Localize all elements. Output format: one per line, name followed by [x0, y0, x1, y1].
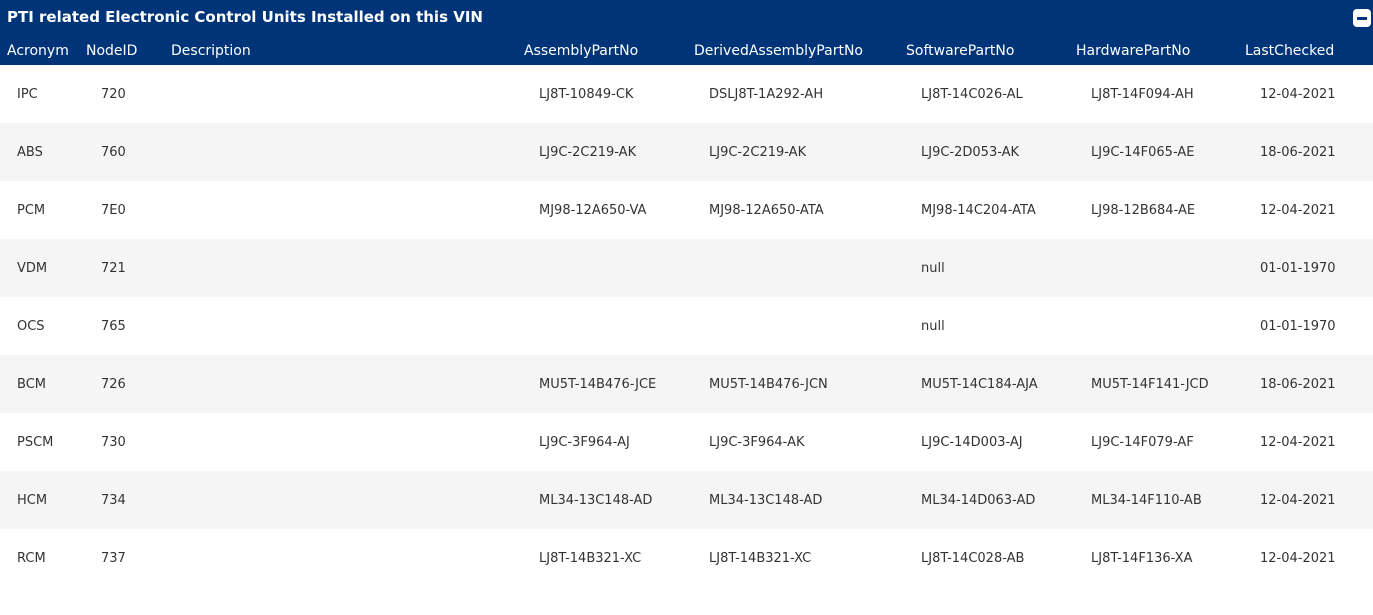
cell-last-checked: 18-06-2021	[1260, 145, 1336, 160]
cell-software-part-no: LJ9C-14D003-AJ	[921, 435, 1023, 450]
table-row[interactable]: PSCM 730 LJ9C-3F964-AJ LJ9C-3F964-AK LJ9…	[0, 413, 1373, 471]
cell-software-part-no: LJ9C-2D053-AK	[921, 145, 1020, 160]
cell-hardware-part-no: LJ8T-14F094-AH	[1091, 87, 1194, 102]
table-row[interactable]: IPC 720 LJ8T-10849-CK DSLJ8T-1A292-AH LJ…	[0, 65, 1373, 123]
column-header-hardware-part-no[interactable]: HardwarePartNo	[1076, 42, 1190, 60]
cell-last-checked: 12-04-2021	[1260, 87, 1336, 102]
cell-acronym: VDM	[17, 261, 48, 276]
column-header-description[interactable]: Description	[171, 42, 251, 60]
cell-software-part-no: LJ8T-14C026-AL	[921, 87, 1023, 102]
cell-acronym: ABS	[17, 145, 43, 160]
cell-last-checked: 12-04-2021	[1260, 551, 1336, 566]
cell-hardware-part-no: LJ9C-14F065-AE	[1091, 145, 1195, 160]
table-row[interactable]: HCM 734 ML34-13C148-AD ML34-13C148-AD ML…	[0, 471, 1373, 529]
cell-nodeid: 765	[101, 319, 126, 334]
cell-last-checked: 12-04-2021	[1260, 493, 1336, 508]
cell-derived-assembly-part-no: DSLJ8T-1A292-AH	[709, 87, 824, 102]
cell-software-part-no: LJ8T-14C028-AB	[921, 551, 1025, 566]
cell-nodeid: 734	[101, 493, 126, 508]
panel-title: PTI related Electronic Control Units Ins…	[7, 8, 483, 26]
cell-assembly-part-no: ML34-13C148-AD	[539, 493, 653, 508]
table-row[interactable]: RCM 737 LJ8T-14B321-XC LJ8T-14B321-XC LJ…	[0, 529, 1373, 587]
table-row[interactable]: ABS 760 LJ9C-2C219-AK LJ9C-2C219-AK LJ9C…	[0, 123, 1373, 181]
table-header: Acronym NodeID Description AssemblyPartN…	[0, 36, 1373, 65]
cell-assembly-part-no: LJ8T-10849-CK	[539, 87, 634, 102]
cell-derived-assembly-part-no: MU5T-14B476-JCN	[709, 377, 828, 392]
cell-acronym: OCS	[17, 319, 45, 334]
cell-nodeid: 721	[101, 261, 126, 276]
cell-nodeid: 7E0	[101, 203, 126, 218]
cell-last-checked: 01-01-1970	[1260, 261, 1336, 276]
cell-last-checked: 18-06-2021	[1260, 377, 1336, 392]
cell-acronym: RCM	[17, 551, 46, 566]
cell-software-part-no: MU5T-14C184-AJA	[921, 377, 1038, 392]
cell-software-part-no: ML34-14D063-AD	[921, 493, 1036, 508]
cell-last-checked: 01-01-1970	[1260, 319, 1336, 334]
cell-nodeid: 726	[101, 377, 126, 392]
cell-derived-assembly-part-no: LJ9C-3F964-AK	[709, 435, 805, 450]
table-row[interactable]: VDM 721 null 01-01-1970	[0, 239, 1373, 297]
cell-hardware-part-no: MU5T-14F141-JCD	[1091, 377, 1209, 392]
column-header-acronym[interactable]: Acronym	[7, 42, 69, 60]
ecu-panel: PTI related Electronic Control Units Ins…	[0, 0, 1373, 615]
cell-hardware-part-no: LJ98-12B684-AE	[1091, 203, 1196, 218]
panel-title-bar: PTI related Electronic Control Units Ins…	[0, 0, 1373, 36]
cell-software-part-no: MJ98-14C204-ATA	[921, 203, 1036, 218]
cell-acronym: PSCM	[17, 435, 54, 450]
column-header-nodeid[interactable]: NodeID	[86, 42, 137, 60]
column-header-derived-assembly-part-no[interactable]: DerivedAssemblyPartNo	[694, 42, 863, 60]
cell-acronym: IPC	[17, 87, 38, 102]
table-row[interactable]: PCM 7E0 MJ98-12A650-VA MJ98-12A650-ATA M…	[0, 181, 1373, 239]
cell-hardware-part-no: LJ9C-14F079-AF	[1091, 435, 1194, 450]
table-row[interactable]: OCS 765 null 01-01-1970	[0, 297, 1373, 355]
cell-acronym: PCM	[17, 203, 46, 218]
cell-nodeid: 760	[101, 145, 126, 160]
cell-hardware-part-no: LJ8T-14F136-XA	[1091, 551, 1193, 566]
cell-assembly-part-no: MJ98-12A650-VA	[539, 203, 647, 218]
collapse-button[interactable]	[1353, 9, 1371, 27]
cell-nodeid: 737	[101, 551, 126, 566]
cell-acronym: BCM	[17, 377, 46, 392]
cell-derived-assembly-part-no: MJ98-12A650-ATA	[709, 203, 824, 218]
column-header-software-part-no[interactable]: SoftwarePartNo	[906, 42, 1014, 60]
cell-software-part-no: null	[921, 261, 945, 276]
cell-assembly-part-no: LJ9C-3F964-AJ	[539, 435, 630, 450]
cell-assembly-part-no: LJ9C-2C219-AK	[539, 145, 637, 160]
cell-derived-assembly-part-no: LJ8T-14B321-XC	[709, 551, 812, 566]
cell-derived-assembly-part-no: ML34-13C148-AD	[709, 493, 823, 508]
table-body: IPC 720 LJ8T-10849-CK DSLJ8T-1A292-AH LJ…	[0, 65, 1373, 587]
cell-last-checked: 12-04-2021	[1260, 435, 1336, 450]
table-row[interactable]: BCM 726 MU5T-14B476-JCE MU5T-14B476-JCN …	[0, 355, 1373, 413]
column-header-assembly-part-no[interactable]: AssemblyPartNo	[524, 42, 638, 60]
column-header-last-checked[interactable]: LastChecked	[1245, 42, 1334, 60]
cell-last-checked: 12-04-2021	[1260, 203, 1336, 218]
cell-acronym: HCM	[17, 493, 48, 508]
cell-assembly-part-no: MU5T-14B476-JCE	[539, 377, 657, 392]
cell-hardware-part-no: ML34-14F110-AB	[1091, 493, 1202, 508]
cell-nodeid: 730	[101, 435, 126, 450]
cell-software-part-no: null	[921, 319, 945, 334]
cell-assembly-part-no: LJ8T-14B321-XC	[539, 551, 642, 566]
minus-icon	[1357, 17, 1367, 20]
cell-nodeid: 720	[101, 87, 126, 102]
cell-derived-assembly-part-no: LJ9C-2C219-AK	[709, 145, 807, 160]
